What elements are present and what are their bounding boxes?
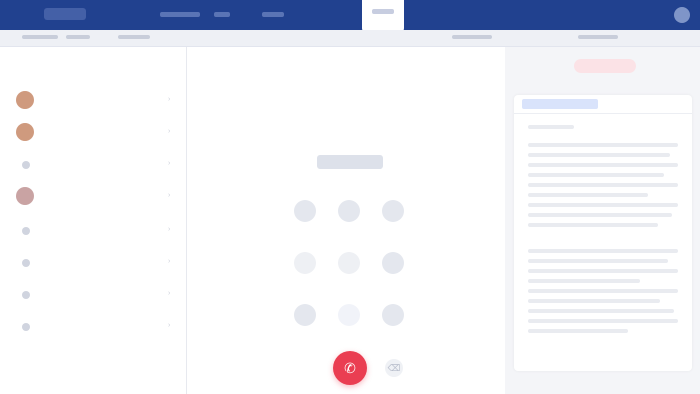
top-navigation-bar <box>0 0 700 34</box>
text-line <box>528 173 664 177</box>
nav-item[interactable] <box>214 12 230 17</box>
keypad-key-1[interactable] <box>294 200 316 222</box>
text-line <box>528 153 670 157</box>
contact-dot-icon <box>22 227 30 235</box>
dialer-panel: ✆ ⌫ <box>187 47 505 394</box>
sidebar-contact-item[interactable]: › <box>12 183 176 209</box>
text-line <box>528 143 678 147</box>
nav-item[interactable] <box>160 12 200 17</box>
contact-dot-icon <box>22 291 30 299</box>
nav-item[interactable] <box>262 12 284 17</box>
chevron-right-icon: › <box>168 290 171 297</box>
action-pill-button[interactable] <box>574 59 636 73</box>
sub-toolbar-item[interactable] <box>66 35 90 39</box>
keypad-key-8[interactable] <box>338 304 360 326</box>
contacts-sidebar: › › › › › › › › <box>0 47 187 394</box>
sub-toolbar-item[interactable] <box>118 35 150 39</box>
dialed-number-display <box>317 155 383 169</box>
sidebar-contact-item[interactable]: › <box>12 249 176 275</box>
chevron-right-icon: › <box>168 322 171 329</box>
phone-icon: ✆ <box>344 360 356 376</box>
sidebar-contact-item[interactable]: › <box>12 87 176 113</box>
keypad-key-9[interactable] <box>382 304 404 326</box>
contact-avatar-icon <box>16 91 34 109</box>
tab-label <box>372 9 394 14</box>
text-line <box>528 213 672 217</box>
contact-avatar-icon <box>16 123 34 141</box>
contact-dot-icon <box>22 259 30 267</box>
chevron-right-icon: › <box>168 258 171 265</box>
sidebar-contact-item[interactable]: › <box>12 313 176 339</box>
sidebar-contact-item[interactable]: › <box>12 151 176 177</box>
text-line <box>528 319 678 323</box>
keypad-key-7[interactable] <box>294 304 316 326</box>
sub-toolbar-item[interactable] <box>578 35 618 39</box>
keypad-key-3[interactable] <box>382 200 404 222</box>
details-card-header <box>514 95 692 114</box>
sidebar-contact-item[interactable]: › <box>12 217 176 243</box>
text-line <box>528 269 678 273</box>
sub-toolbar <box>0 30 700 47</box>
text-line <box>528 309 674 313</box>
keypad-key-5[interactable] <box>338 252 360 274</box>
text-line <box>528 125 574 129</box>
text-line <box>528 249 678 253</box>
backspace-button[interactable]: ⌫ <box>385 359 403 377</box>
contact-dot-icon <box>22 323 30 331</box>
chevron-right-icon: › <box>168 160 171 167</box>
keypad-key-2[interactable] <box>338 200 360 222</box>
text-line <box>528 279 640 283</box>
sidebar-contact-item[interactable]: › <box>12 119 176 145</box>
text-line <box>528 329 628 333</box>
chevron-right-icon: › <box>168 192 171 199</box>
sub-toolbar-item[interactable] <box>452 35 492 39</box>
details-pane <box>506 47 700 394</box>
app-logo-icon[interactable] <box>44 8 86 20</box>
text-line <box>528 259 668 263</box>
user-avatar-icon[interactable] <box>674 7 690 23</box>
contact-avatar-icon <box>16 187 34 205</box>
backspace-icon: ⌫ <box>387 363 401 373</box>
text-line <box>528 163 678 167</box>
text-line <box>528 193 648 197</box>
text-line <box>528 289 678 293</box>
chevron-right-icon: › <box>168 96 171 103</box>
text-line <box>528 183 678 187</box>
text-line <box>528 223 658 227</box>
details-card-title <box>522 99 598 109</box>
chevron-right-icon: › <box>168 128 171 135</box>
keypad-key-4[interactable] <box>294 252 316 274</box>
details-card <box>514 95 692 371</box>
sub-toolbar-item[interactable] <box>22 35 58 39</box>
chevron-right-icon: › <box>168 226 171 233</box>
contact-dot-icon <box>22 161 30 169</box>
call-button[interactable]: ✆ <box>333 351 367 385</box>
tab-active[interactable] <box>362 0 404 34</box>
sidebar-contact-item[interactable]: › <box>12 281 176 307</box>
keypad-key-6[interactable] <box>382 252 404 274</box>
text-line <box>528 203 678 207</box>
text-line <box>528 299 660 303</box>
